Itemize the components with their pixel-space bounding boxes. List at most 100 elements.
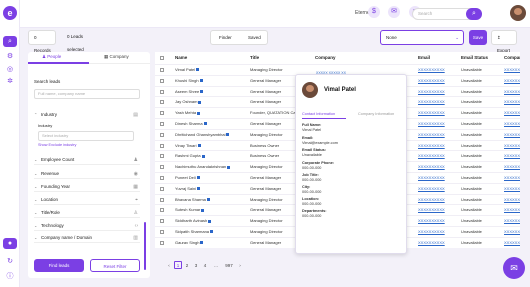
search-leads-input[interactable]: Full name, company name bbox=[34, 89, 140, 99]
column-header[interactable]: Email bbox=[418, 52, 430, 64]
email-value: Vimal@example.com bbox=[302, 141, 338, 145]
filter-company-name[interactable]: ⌄ Company name / Domain ▥ bbox=[34, 233, 140, 243]
column-header[interactable]: Name bbox=[175, 52, 187, 64]
globe-icon[interactable]: ◎ bbox=[6, 66, 14, 74]
next-page-button[interactable]: › bbox=[236, 262, 244, 270]
row-checkbox[interactable] bbox=[160, 208, 164, 213]
tab-people[interactable]: ♟ People bbox=[42, 54, 61, 60]
linkedin-icon[interactable] bbox=[200, 90, 204, 94]
filter-industry[interactable]: ⌃ Industry ▤ bbox=[34, 110, 140, 120]
user-icon[interactable]: ● bbox=[3, 238, 17, 249]
linkedin-icon[interactable] bbox=[197, 187, 201, 191]
reset-filter-button[interactable]: Reset Filter bbox=[90, 259, 140, 272]
tab-company-info[interactable]: Company Information bbox=[358, 112, 394, 116]
row-name[interactable]: Gaurav Singh bbox=[175, 238, 247, 248]
column-header[interactable]: Company bbox=[504, 52, 520, 64]
show-excluded-link[interactable]: Show Exclude industry bbox=[38, 143, 76, 147]
popup-company-link[interactable]: XXXXX XXXXX XX bbox=[316, 71, 346, 75]
filter-employee-count[interactable]: ⌄ Employee Count ♟ bbox=[34, 155, 140, 165]
select-all-checkbox[interactable] bbox=[160, 56, 164, 60]
column-header[interactable]: Company bbox=[315, 52, 336, 64]
row-checkbox[interactable] bbox=[160, 165, 164, 170]
gear-icon[interactable]: ✲ bbox=[6, 78, 14, 86]
row-checkbox[interactable] bbox=[160, 100, 164, 105]
chevron-down-icon: ⌄ bbox=[34, 235, 38, 240]
row-checkbox[interactable] bbox=[160, 230, 164, 234]
linkedin-icon[interactable] bbox=[199, 79, 203, 83]
export-button[interactable]: ↥ Export bbox=[491, 30, 517, 53]
linkedin-icon[interactable] bbox=[196, 68, 200, 72]
row-checkbox[interactable] bbox=[160, 197, 164, 202]
row-name-text: Jay Oshnam bbox=[175, 99, 198, 105]
linkedin-icon[interactable] bbox=[198, 100, 202, 104]
scrollbar[interactable] bbox=[144, 222, 146, 270]
tab-saved[interactable]: Saved bbox=[248, 31, 261, 44]
row-name-text: Sidpatih Sharmana bbox=[175, 229, 210, 234]
linkedin-icon[interactable] bbox=[200, 241, 204, 245]
column-header[interactable]: Title bbox=[250, 52, 259, 64]
industry-select[interactable]: Select industry bbox=[38, 131, 134, 141]
filter-title-role[interactable]: ⌄ Title/Role ♙ bbox=[34, 208, 140, 218]
linkedin-icon[interactable] bbox=[196, 176, 200, 180]
find-leads-button[interactable]: Find leads bbox=[34, 259, 84, 272]
coin-icon[interactable]: $ bbox=[368, 6, 380, 18]
row-checkbox[interactable] bbox=[160, 132, 164, 137]
row-checkbox[interactable] bbox=[160, 68, 164, 72]
row-checkbox[interactable] bbox=[160, 111, 164, 116]
filter-founding-year[interactable]: ⌄ Founding Year ▦ bbox=[34, 182, 140, 192]
page-button[interactable]: 1 bbox=[174, 261, 182, 269]
save-button[interactable]: Save bbox=[469, 30, 487, 45]
settings-icon[interactable]: ⚙ bbox=[6, 53, 14, 61]
filter-tabs: ♟ People ▦ Company bbox=[28, 52, 150, 64]
building-icon: ▥ bbox=[133, 235, 138, 241]
row-checkbox[interactable] bbox=[160, 176, 164, 180]
page-button[interactable]: 997 bbox=[223, 262, 235, 270]
row-email[interactable]: XXXXXXXXXX bbox=[418, 238, 458, 248]
list-select[interactable]: None ⌄ bbox=[380, 30, 464, 45]
search-button[interactable]: ⌕ bbox=[466, 8, 482, 20]
row-checkbox[interactable] bbox=[160, 89, 164, 94]
mail-icon[interactable]: ✉ bbox=[388, 6, 400, 18]
app-logo[interactable]: e bbox=[3, 6, 17, 20]
linkedin-icon[interactable] bbox=[201, 154, 205, 158]
row-checkbox[interactable] bbox=[160, 240, 164, 245]
info-icon[interactable]: ⓘ bbox=[6, 273, 14, 281]
row-name-text: Siddharth Avinash bbox=[175, 218, 208, 224]
linkedin-icon[interactable] bbox=[206, 198, 210, 202]
full-name-label: Full Name: bbox=[302, 123, 322, 127]
linkedin-icon[interactable] bbox=[197, 111, 201, 115]
row-checkbox[interactable] bbox=[160, 122, 164, 126]
row-checkbox[interactable] bbox=[160, 78, 164, 83]
tab-contact-info[interactable]: Contact Information bbox=[302, 112, 335, 116]
row-company-link[interactable]: XXXXXXXXX bbox=[504, 238, 520, 248]
filter-technology[interactable]: ⌄ Technology ‹› bbox=[34, 221, 140, 231]
page-button[interactable]: 3 bbox=[192, 262, 200, 270]
row-checkbox[interactable] bbox=[160, 186, 164, 191]
row-checkbox[interactable] bbox=[160, 154, 164, 159]
tab-finder[interactable]: Finder bbox=[219, 31, 232, 44]
page-button[interactable]: 4 bbox=[201, 262, 209, 270]
list-select-value: None bbox=[386, 35, 397, 40]
search-icon[interactable]: ⌕ bbox=[3, 36, 17, 47]
linkedin-icon[interactable] bbox=[227, 165, 231, 169]
prev-page-button[interactable]: ‹ bbox=[165, 262, 173, 270]
linkedin-icon[interactable] bbox=[203, 122, 207, 126]
page-button[interactable]: 2 bbox=[183, 262, 191, 270]
tab-company[interactable]: ▦ Company bbox=[104, 54, 129, 60]
linkedin-icon[interactable] bbox=[201, 208, 205, 212]
user-avatar[interactable] bbox=[510, 5, 526, 21]
row-checkbox[interactable] bbox=[160, 219, 164, 224]
filter-location[interactable]: ⌄ Location ⌖ bbox=[34, 195, 140, 205]
row-checkbox[interactable] bbox=[160, 143, 164, 148]
logout-icon[interactable]: ↻ bbox=[6, 258, 14, 266]
revenue-icon: ◉ bbox=[133, 171, 138, 177]
industry-icon: ▤ bbox=[133, 112, 138, 118]
linkedin-icon[interactable] bbox=[210, 230, 214, 234]
linkedin-icon[interactable] bbox=[197, 144, 201, 148]
chat-icon[interactable]: ✉ bbox=[503, 257, 525, 279]
filter-revenue[interactable]: ⌄ Revenue ◉ bbox=[34, 169, 140, 179]
row-email-status: Unavailable bbox=[461, 239, 482, 245]
linkedin-icon[interactable] bbox=[208, 219, 212, 223]
linkedin-icon[interactable] bbox=[226, 133, 230, 137]
column-header[interactable]: Email Status bbox=[461, 52, 488, 64]
